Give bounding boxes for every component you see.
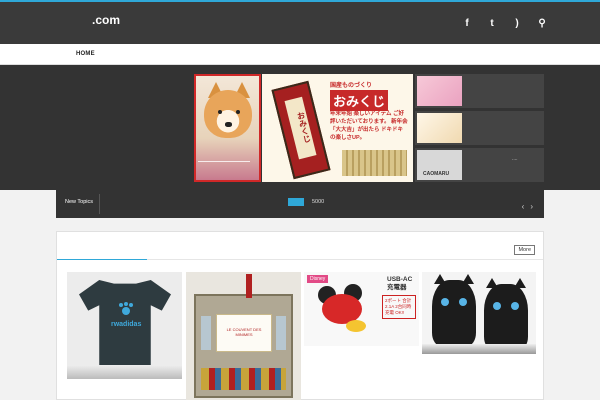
charger-title: USB-AC 充電器 xyxy=(387,276,413,291)
slider-thumb[interactable] xyxy=(415,74,544,108)
omikuji-box-label: おみくじ xyxy=(284,96,317,160)
nav-item-home[interactable]: HOME xyxy=(76,51,95,57)
facebook-icon[interactable]: f xyxy=(461,18,473,30)
frame-panel: LE COUVENT DES MINIMES xyxy=(216,314,272,352)
omikuji-sticks xyxy=(342,150,407,176)
frame-shelf xyxy=(201,368,286,390)
frame-column xyxy=(276,316,286,350)
ticker-controls: ‹ › xyxy=(522,202,533,211)
dog-nose xyxy=(225,122,232,127)
thumb-image xyxy=(417,113,462,143)
ticker-badge xyxy=(288,198,304,206)
dog-face xyxy=(204,90,252,138)
site-header: .com f t ) ⚲ xyxy=(0,0,600,44)
thumb-image: CAOMARU xyxy=(417,150,462,180)
social-links: f t ) ⚲ xyxy=(461,18,548,30)
omikuji-box: おみくじ xyxy=(271,80,331,180)
section-tab-underline xyxy=(57,259,147,260)
content-section: More rwadidas LE COUVENT DES MINIMES Dis… xyxy=(56,231,544,400)
article-card[interactable]: rwadidas xyxy=(67,272,182,379)
slider-thumb[interactable] xyxy=(415,111,544,145)
frame-text: LE COUVENT DES MINIMES xyxy=(226,327,262,337)
article-card[interactable]: Disney USB-AC 充電器 2ポート 合計2.1A 2台同時充電 OK!… xyxy=(304,272,419,346)
card-overlay xyxy=(67,365,182,379)
main-nav: HOME xyxy=(0,44,600,65)
chevron-right-icon[interactable]: › xyxy=(530,202,533,211)
omikuji-title: おみくじ xyxy=(330,90,389,111)
dog-eye xyxy=(236,110,240,114)
slider-image-omikuji[interactable]: おみくじ 国産ものづくり おみくじ 年末年始 楽しいアイテム ご好評いただいてお… xyxy=(262,74,413,182)
ticker-divider xyxy=(99,194,100,214)
frame-ribbon xyxy=(246,274,252,298)
frame-column xyxy=(201,316,211,350)
frame-image: LE COUVENT DES MINIMES xyxy=(194,274,293,398)
caption-line xyxy=(198,161,250,162)
search-icon[interactable]: ⚲ xyxy=(536,18,548,30)
chevron-left-icon[interactable]: ‹ xyxy=(522,202,525,211)
twitter-icon[interactable]: t xyxy=(486,18,498,30)
thumb-mark: .... xyxy=(512,156,518,162)
ticker-headline[interactable]: 5000 xyxy=(312,199,324,205)
thumb-label: CAOMARU xyxy=(423,171,450,177)
news-ticker: New Topics 5000 ‹ › xyxy=(56,190,544,218)
article-card[interactable] xyxy=(422,272,536,354)
omikuji-text: 年末年始 楽しいアイテム ご好評いただいております。 新年会「大大吉」が出たら … xyxy=(330,111,408,141)
rss-icon[interactable]: ) xyxy=(511,18,523,30)
more-button[interactable]: More xyxy=(514,245,535,255)
charger-note: 2ポート 合計2.1A 2台同時充電 OK!! xyxy=(382,295,416,319)
site-title[interactable]: .com xyxy=(92,13,120,27)
charger-image: Disney USB-AC 充電器 2ポート 合計2.1A 2台同時充電 OK!… xyxy=(304,272,419,346)
cat-plush xyxy=(484,278,528,350)
article-card[interactable]: LE COUVENT DES MINIMES xyxy=(186,272,301,400)
card-overlay xyxy=(422,344,536,354)
dog-eye xyxy=(218,110,222,114)
cat-plush xyxy=(432,274,476,346)
tshirt-print: rwadidas xyxy=(111,321,142,328)
slider-image-dog[interactable] xyxy=(194,74,261,182)
slider-thumb[interactable]: CAOMARU .... xyxy=(415,148,544,182)
paw-icon xyxy=(118,302,134,316)
section-divider xyxy=(147,259,543,260)
omikuji-header: 国産ものづくり xyxy=(330,83,373,89)
thumb-image xyxy=(417,76,462,106)
ticker-label: New Topics xyxy=(65,199,94,205)
mickey-shoe xyxy=(346,320,366,332)
disney-badge: Disney xyxy=(307,275,329,283)
